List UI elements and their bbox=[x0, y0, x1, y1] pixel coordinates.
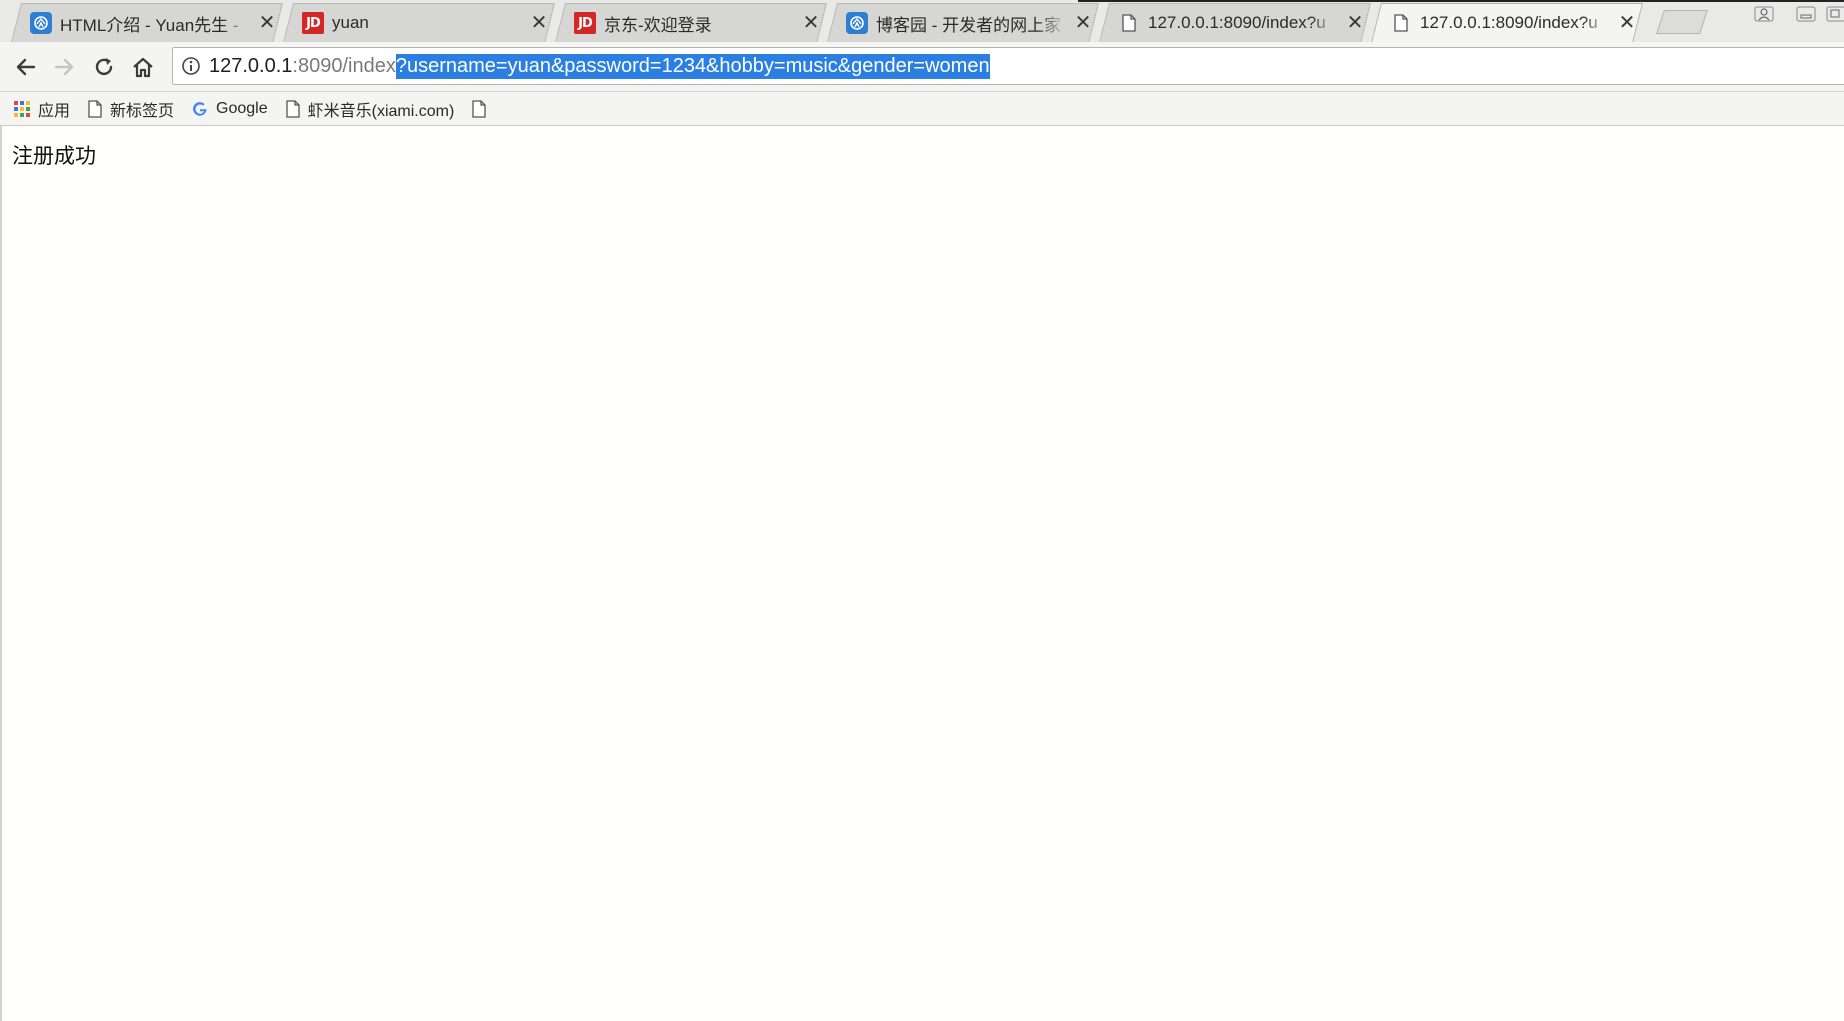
bookmark-google[interactable]: Google bbox=[192, 100, 268, 118]
window-top-edge bbox=[1078, 0, 1844, 2]
url-text[interactable]: 127.0.0.1:8090/index ?username=yuan&passw… bbox=[209, 53, 990, 79]
bookmark-label: 虾米音乐(xiami.com) bbox=[307, 102, 455, 120]
tab-yuan[interactable]: JD yuan ✕ bbox=[302, 3, 548, 43]
page-icon bbox=[472, 99, 486, 118]
back-arrow-icon[interactable] bbox=[10, 51, 42, 83]
bookmarks-bar: 应用 新标签页 Google 虾米音乐(xiami.com) bbox=[0, 92, 1844, 126]
bookmark-new-tab[interactable]: 新标签页 bbox=[88, 97, 174, 121]
tab-localhost-active[interactable]: 127.0.0.1:8090/index?u ✕ bbox=[1390, 3, 1636, 43]
new-tab-button[interactable] bbox=[1656, 10, 1708, 34]
url-path: :8090/index bbox=[292, 54, 396, 77]
close-tab-icon[interactable]: ✕ bbox=[1346, 13, 1364, 33]
cnblogs-icon bbox=[846, 12, 868, 34]
apps-grid-icon bbox=[14, 100, 30, 117]
bookmark-label: 应用 bbox=[38, 102, 71, 120]
tab-title: HTML介绍 - Yuan先生 - bbox=[60, 15, 239, 35]
user-profile-icon[interactable] bbox=[1748, 4, 1780, 24]
bookmark-xiami[interactable]: 虾米音乐(xiami.com) bbox=[285, 97, 455, 121]
tab-title: 博客园 - 开发者的网上家 bbox=[876, 15, 1062, 35]
google-icon bbox=[192, 101, 208, 117]
minimize-icon[interactable] bbox=[1790, 4, 1822, 24]
close-tab-icon[interactable]: ✕ bbox=[530, 13, 548, 33]
address-bar[interactable]: 127.0.0.1:8090/index ?username=yuan&passw… bbox=[172, 47, 1844, 85]
tab-title: 京东-欢迎登录 bbox=[604, 15, 712, 35]
page-icon bbox=[285, 99, 300, 118]
close-tab-icon[interactable]: ✕ bbox=[802, 13, 820, 33]
bookmark-apps[interactable]: 应用 bbox=[14, 97, 70, 121]
page-icon bbox=[1390, 12, 1412, 34]
url-selected-query: ?username=yuan&password=1234&hobby=music… bbox=[395, 53, 990, 79]
tab-strip: HTML介绍 - Yuan先生 - ✕ JD yuan ✕ JD 京东-欢迎登录… bbox=[0, 0, 1844, 43]
bookmark-untitled[interactable] bbox=[472, 99, 494, 118]
home-icon[interactable] bbox=[127, 51, 159, 83]
tab-localhost-1[interactable]: 127.0.0.1:8090/index?u ✕ bbox=[1118, 3, 1364, 43]
maximize-icon[interactable] bbox=[1826, 4, 1844, 24]
page-icon bbox=[1118, 12, 1140, 34]
close-tab-icon[interactable]: ✕ bbox=[1074, 13, 1092, 33]
tab-html-intro[interactable]: HTML介绍 - Yuan先生 - ✕ bbox=[30, 3, 276, 43]
tab-title: yuan bbox=[332, 13, 369, 32]
jd-icon: JD bbox=[302, 12, 324, 34]
tab-cnblogs[interactable]: 博客园 - 开发者的网上家 ✕ bbox=[846, 3, 1092, 43]
tab-jd-login[interactable]: JD 京东-欢迎登录 ✕ bbox=[574, 3, 820, 43]
page-icon bbox=[88, 99, 102, 118]
forward-arrow-icon[interactable] bbox=[48, 51, 80, 83]
bookmark-label: Google bbox=[216, 99, 268, 117]
close-tab-icon[interactable]: ✕ bbox=[1618, 13, 1636, 33]
url-host: 127.0.0.1 bbox=[209, 54, 293, 77]
page-content: 注册成功 bbox=[0, 126, 1844, 1021]
browser-toolbar: 127.0.0.1:8090/index ?username=yuan&passw… bbox=[0, 42, 1844, 92]
tab-title: 127.0.0.1:8090/index?u bbox=[1148, 13, 1326, 32]
site-info-icon[interactable] bbox=[173, 48, 209, 84]
jd-icon: JD bbox=[574, 12, 596, 34]
bookmark-label: 新标签页 bbox=[110, 102, 175, 120]
reload-icon[interactable] bbox=[88, 51, 120, 83]
close-tab-icon[interactable]: ✕ bbox=[258, 13, 276, 33]
tab-title: 127.0.0.1:8090/index?u bbox=[1420, 13, 1598, 32]
registration-success-message: 注册成功 bbox=[12, 144, 96, 168]
cnblogs-icon bbox=[30, 12, 52, 34]
